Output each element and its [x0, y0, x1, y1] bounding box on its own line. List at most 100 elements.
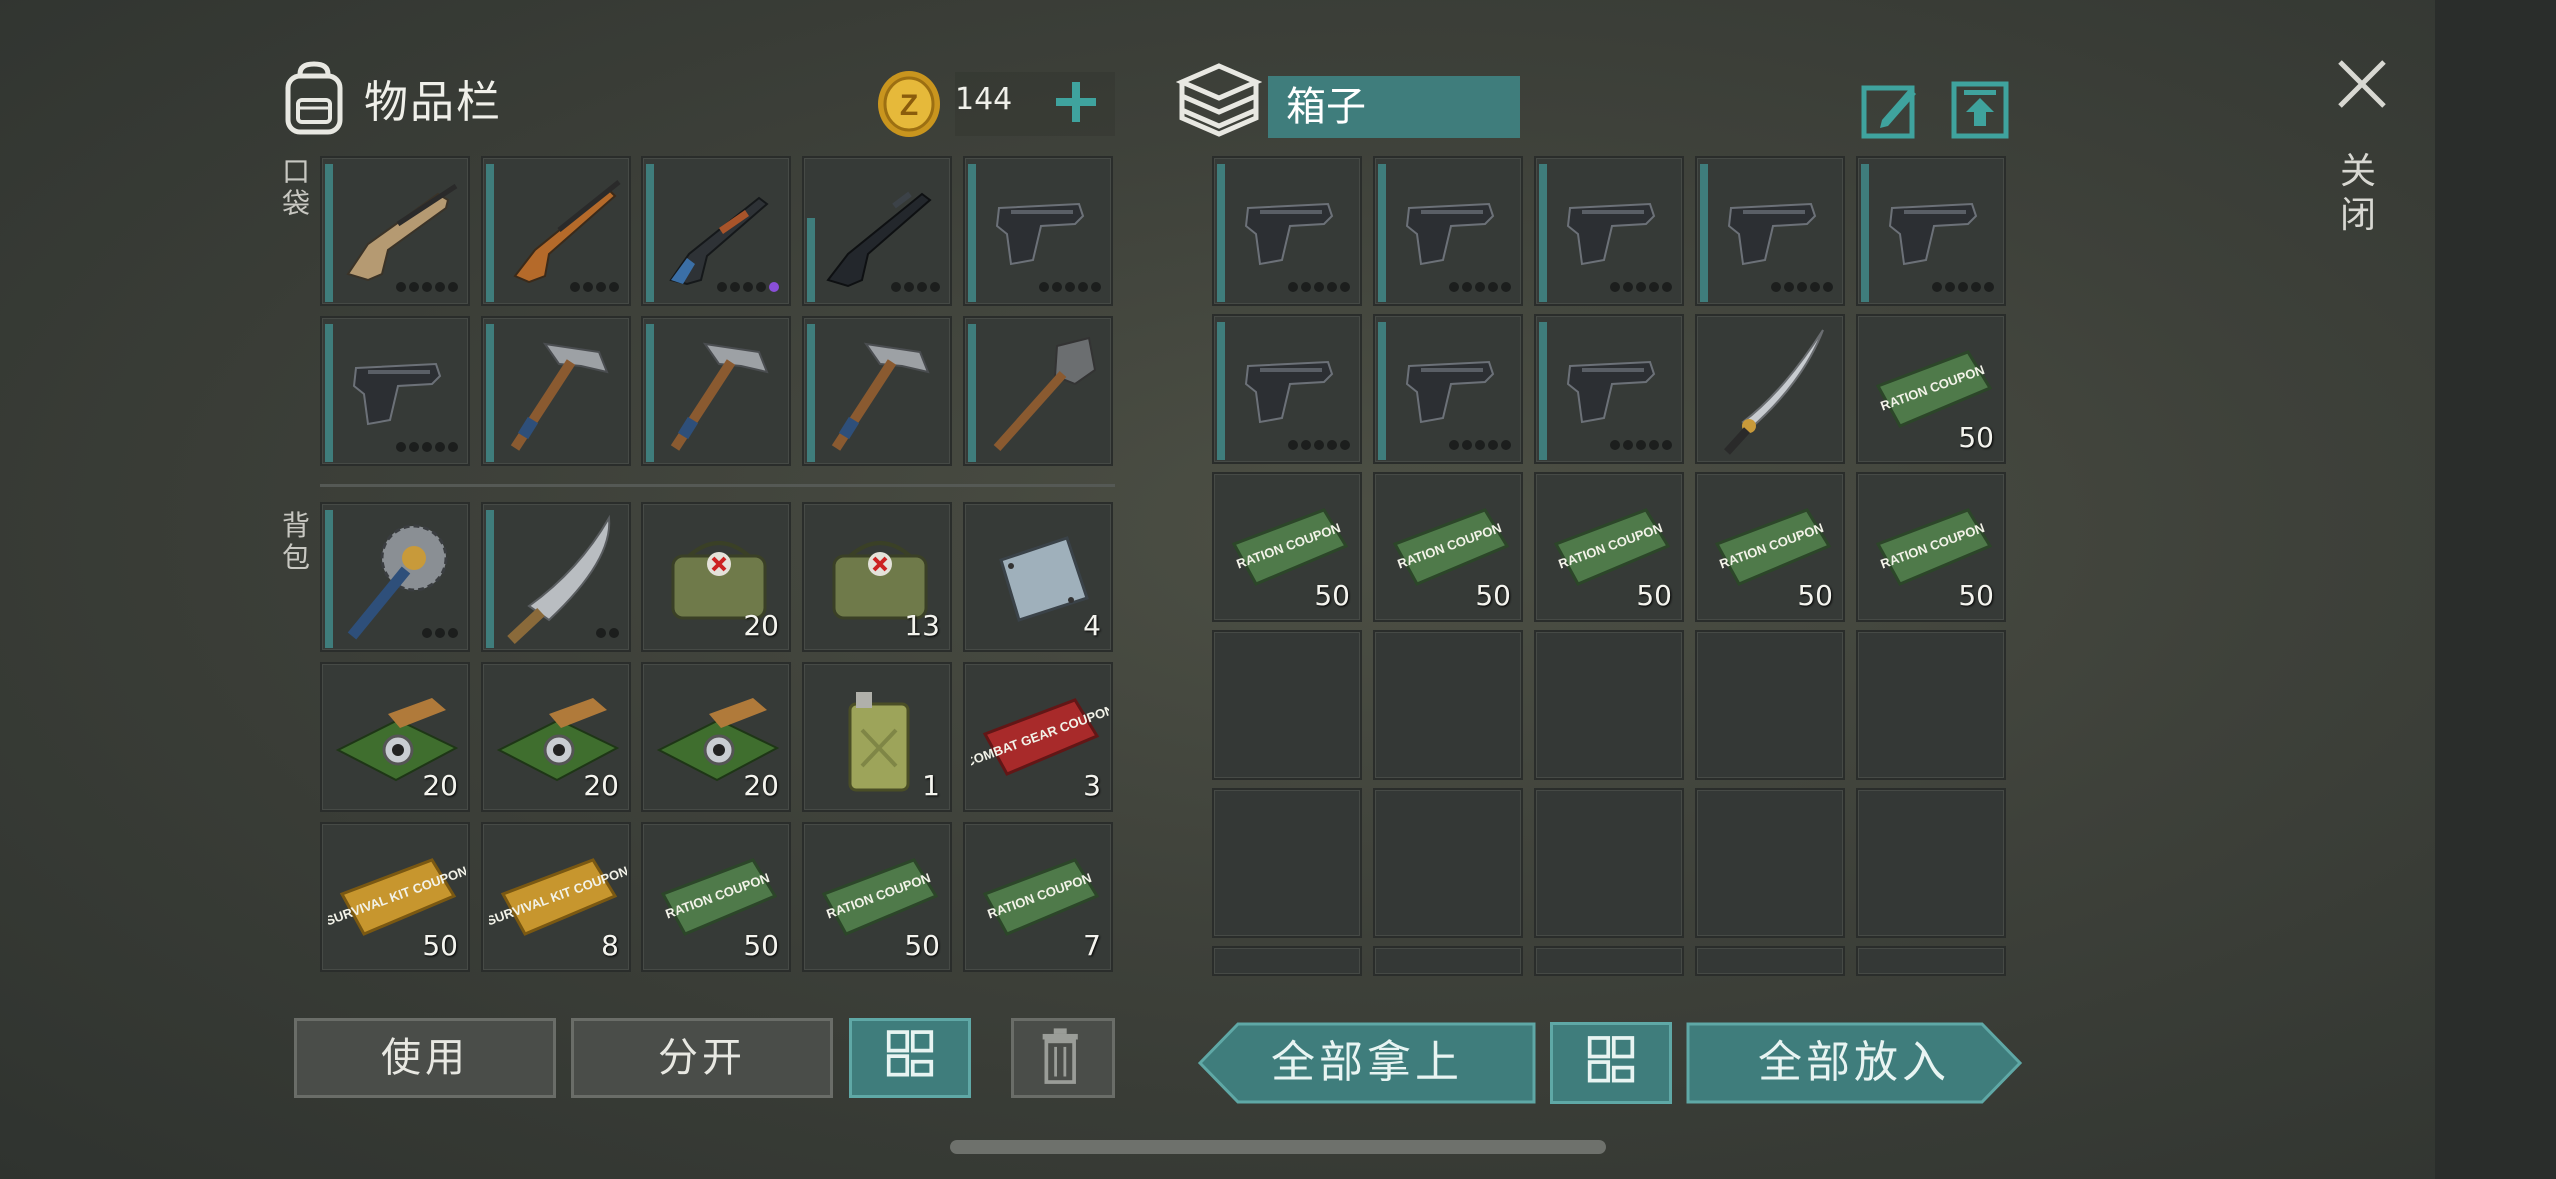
box-slot-partial: [1534, 946, 1684, 976]
box-slot[interactable]: RATION COUPON 50: [1856, 472, 2006, 622]
box-slot[interactable]: [1534, 314, 1684, 464]
box-title[interactable]: 箱子: [1268, 76, 1520, 138]
close-label[interactable]: 关闭: [2340, 150, 2384, 238]
upgrade-dots: [396, 442, 458, 452]
backpack-slot[interactable]: 20: [641, 662, 791, 812]
item-quantity: 50: [904, 929, 940, 962]
box-slot-partial: [1695, 946, 1845, 976]
box-slot[interactable]: RATION COUPON 50: [1534, 472, 1684, 622]
box-slot[interactable]: [1212, 314, 1362, 464]
backpack-slot[interactable]: [320, 502, 470, 652]
box-slot[interactable]: [1695, 314, 1845, 464]
item-quantity: 50: [743, 929, 779, 962]
upgrade-dots: [1449, 440, 1511, 450]
backpack-slot[interactable]: SURVIVAL KIT COUPON 8: [481, 822, 631, 972]
box-slot[interactable]: [1695, 156, 1845, 306]
box-slot[interactable]: RATION COUPON 50: [1856, 314, 2006, 464]
box-slot-partial: [1373, 946, 1523, 976]
pickaxe-icon: [510, 342, 609, 451]
box-slot[interactable]: RATION COUPON 50: [1212, 472, 1362, 622]
box-slot[interactable]: [1373, 630, 1523, 780]
box-slot[interactable]: [1695, 630, 1845, 780]
item-quantity: 50: [422, 929, 458, 962]
box-slot-partial: [1212, 946, 1362, 976]
item-quantity: 50: [1636, 579, 1672, 612]
pocket-slot[interactable]: [641, 156, 791, 306]
pocket-slot[interactable]: [802, 316, 952, 466]
pocket-slot[interactable]: [320, 156, 470, 306]
backpack-label: 背包: [282, 509, 311, 574]
backpack-slot[interactable]: RATION COUPON 50: [802, 822, 952, 972]
pocket-slot[interactable]: [320, 316, 470, 466]
pocket-slot[interactable]: [481, 156, 631, 306]
backpack-slot[interactable]: [481, 502, 631, 652]
box-slot[interactable]: [1373, 788, 1523, 938]
rename-box-icon[interactable]: [1860, 80, 1920, 140]
upgrade-dots: [1610, 282, 1672, 292]
add-coins-icon[interactable]: [1050, 76, 1102, 128]
box-slot[interactable]: [1534, 156, 1684, 306]
sort-box-button[interactable]: [1550, 1022, 1672, 1104]
backpack-slot[interactable]: 20: [641, 502, 791, 652]
split-button[interactable]: 分开: [571, 1018, 833, 1098]
backpack-slot[interactable]: 13: [802, 502, 952, 652]
box-slot[interactable]: [1534, 630, 1684, 780]
backpack-slot[interactable]: 4: [963, 502, 1113, 652]
trash-button[interactable]: [1011, 1018, 1115, 1098]
coin-amount: 144: [955, 82, 1013, 117]
item-quantity: 20: [583, 769, 619, 802]
backpack-slot[interactable]: 20: [481, 662, 631, 812]
item-quantity: 7: [1083, 929, 1101, 962]
upload-box-icon[interactable]: [1950, 80, 2010, 140]
box-slot[interactable]: [1212, 630, 1362, 780]
take-all-button[interactable]: 全部拿上: [1198, 1022, 1536, 1104]
box-slot[interactable]: [1856, 788, 2006, 938]
shovel-icon: [993, 336, 1097, 451]
pocket-slot[interactable]: [963, 316, 1113, 466]
box-slot[interactable]: [1534, 788, 1684, 938]
backpack-slot[interactable]: 20: [320, 662, 470, 812]
box-slot[interactable]: [1373, 314, 1523, 464]
box-slot[interactable]: RATION COUPON 50: [1695, 472, 1845, 622]
put-all-label: 全部放入: [1758, 1037, 1950, 1088]
katana-icon: [1724, 329, 1824, 455]
item-quantity: 8: [601, 929, 619, 962]
box-slot[interactable]: RATION COUPON 50: [1373, 472, 1523, 622]
pickaxe-icon: [670, 342, 769, 451]
pocket-slot[interactable]: [481, 316, 631, 466]
box-slot-partial: [1856, 946, 2006, 976]
item-quantity: 4: [1083, 609, 1101, 642]
pocket-slot[interactable]: [641, 316, 791, 466]
box-slot[interactable]: [1212, 788, 1362, 938]
upgrade-dots: [891, 282, 940, 292]
box-slot[interactable]: [1373, 156, 1523, 306]
take-all-label: 全部拿上: [1271, 1037, 1463, 1088]
backpack-slot[interactable]: RATION COUPON 50: [641, 822, 791, 972]
storage-box-icon: [1176, 63, 1262, 137]
pocket-slot[interactable]: [963, 156, 1113, 306]
sort-inventory-button[interactable]: [849, 1018, 971, 1098]
item-quantity: 50: [1958, 421, 1994, 454]
home-indicator-bar: [950, 1140, 1606, 1154]
box-slot[interactable]: [1856, 156, 2006, 306]
use-button[interactable]: 使用: [294, 1018, 556, 1098]
inventory-title: 物品栏: [364, 77, 502, 128]
item-quantity: 50: [1314, 579, 1350, 612]
backpack-slot[interactable]: 1: [802, 662, 952, 812]
backpack-slot[interactable]: SURVIVAL KIT COUPON 50: [320, 822, 470, 972]
pocket-slot[interactable]: [802, 156, 952, 306]
backpack-slot[interactable]: RATION COUPON 7: [963, 822, 1113, 972]
item-quantity: 50: [1958, 579, 1994, 612]
box-slot[interactable]: [1856, 630, 2006, 780]
put-all-button[interactable]: 全部放入: [1686, 1022, 2022, 1104]
close-icon[interactable]: [2334, 56, 2390, 112]
upgrade-dots: [1288, 440, 1350, 450]
upgrade-dots: [1288, 282, 1350, 292]
box-slot[interactable]: [1212, 156, 1362, 306]
upgrade-dots: [1932, 282, 1994, 292]
item-quantity: 50: [1475, 579, 1511, 612]
backpack-slot[interactable]: COMBAT GEAR COUPON 3: [963, 662, 1113, 812]
gold-coin-icon: Z: [878, 71, 940, 137]
item-quantity: 20: [743, 769, 779, 802]
box-slot[interactable]: [1695, 788, 1845, 938]
